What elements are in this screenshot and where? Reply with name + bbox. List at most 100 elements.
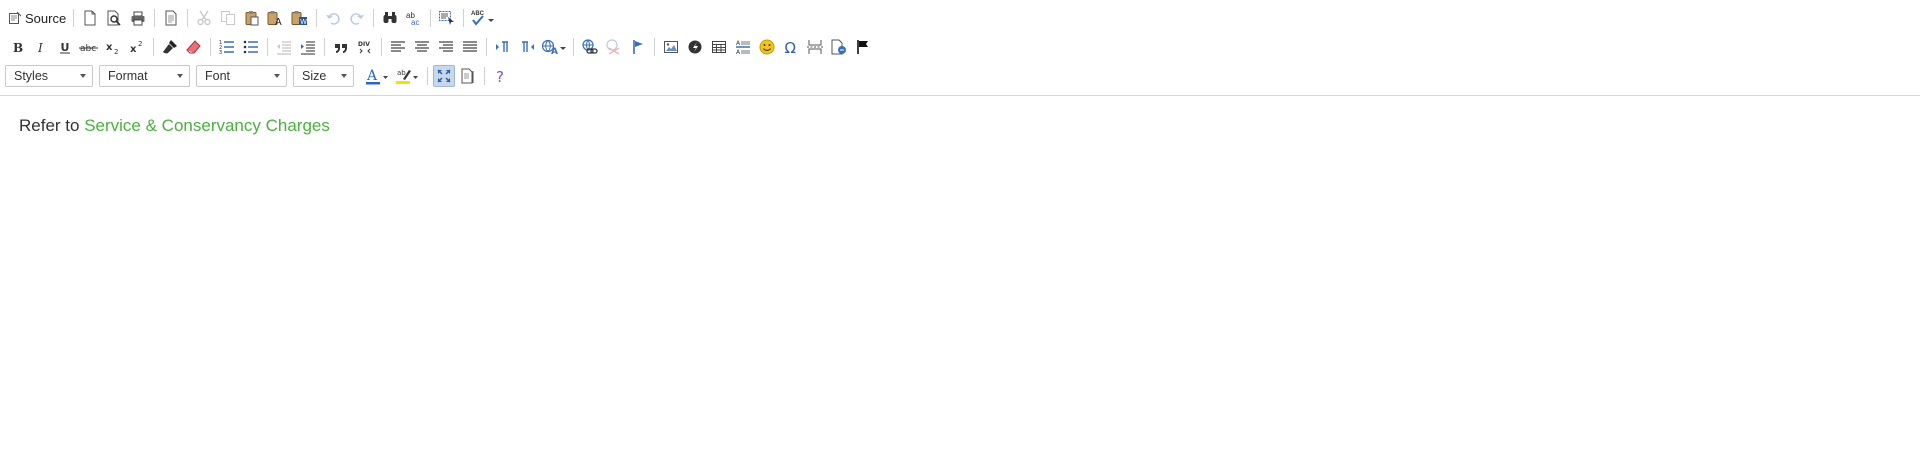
remove-format-button[interactable] (183, 36, 205, 58)
anchor-button[interactable] (627, 36, 649, 58)
print-button[interactable] (127, 7, 149, 29)
copy-formatting-button[interactable] (159, 36, 181, 58)
iframe-button[interactable] (828, 36, 850, 58)
language-icon: A (541, 39, 567, 55)
new-page-button[interactable] (79, 7, 101, 29)
underline-icon: U (58, 40, 72, 54)
justify-button[interactable] (459, 36, 481, 58)
create-div-button[interactable]: DIV (354, 36, 376, 58)
bulleted-list-icon (243, 39, 259, 55)
svg-text:2: 2 (138, 40, 142, 48)
replace-icon: ab ac (405, 10, 423, 26)
superscript-icon: x2 (129, 40, 145, 54)
image-button[interactable] (660, 36, 682, 58)
ltr-icon (495, 40, 511, 54)
cut-button[interactable] (193, 7, 215, 29)
editor-content[interactable]: Refer to Service & Conservancy Charges (19, 116, 330, 136)
svg-text:abc: abc (80, 44, 96, 54)
new-page-icon (83, 10, 97, 26)
outdent-button[interactable] (273, 36, 295, 58)
page-break-icon (806, 39, 824, 55)
styles-dropdown[interactable]: Styles (5, 65, 93, 87)
eraser-icon (186, 39, 202, 55)
spell-check-icon: ABC (470, 9, 496, 27)
omega-icon: Ω (783, 39, 799, 55)
text-direction-ltr-button[interactable] (492, 36, 514, 58)
outdent-icon (276, 39, 292, 55)
toolbar-separator (373, 9, 375, 27)
preview-icon (106, 10, 122, 26)
italic-button[interactable]: I (30, 36, 52, 58)
source-label: Source (25, 10, 67, 26)
blockquote-button[interactable] (330, 36, 352, 58)
background-color-button[interactable]: ab (394, 65, 422, 87)
spell-check-button[interactable]: ABC (469, 7, 497, 29)
svg-text:x: x (106, 42, 113, 53)
redo-button[interactable] (346, 7, 368, 29)
toolbar-separator (381, 38, 382, 56)
indent-button[interactable] (297, 36, 319, 58)
paste-button[interactable] (241, 7, 263, 29)
svg-text:ab: ab (397, 69, 406, 77)
rtl-icon (519, 40, 535, 54)
flag-button[interactable] (852, 36, 874, 58)
size-dropdown[interactable]: Size (293, 65, 354, 87)
align-left-button[interactable] (387, 36, 409, 58)
preview-button[interactable] (103, 7, 125, 29)
show-blocks-icon (460, 68, 476, 84)
svg-text:Ω: Ω (785, 39, 796, 55)
italic-icon: I (34, 40, 48, 54)
maximize-button[interactable] (433, 65, 455, 87)
bold-button[interactable]: B (6, 36, 28, 58)
numbered-list-button[interactable]: 123 (216, 36, 238, 58)
svg-text:?: ? (496, 68, 504, 84)
smiley-button[interactable] (756, 36, 778, 58)
underline-button[interactable]: U (54, 36, 76, 58)
select-all-button[interactable] (436, 7, 458, 29)
unlink-button[interactable] (603, 36, 625, 58)
undo-button[interactable] (322, 7, 344, 29)
flash-button[interactable] (684, 36, 706, 58)
language-button[interactable]: A (540, 36, 568, 58)
horizontal-line-button[interactable]: AA (732, 36, 754, 58)
svg-text:B: B (13, 41, 23, 54)
show-blocks-button[interactable] (457, 65, 479, 87)
numbered-list-icon: 123 (219, 39, 235, 55)
special-char-button[interactable]: Ω (780, 36, 802, 58)
format-dropdown[interactable]: Format (99, 65, 190, 87)
bulleted-list-button[interactable] (240, 36, 262, 58)
horizontal-line-icon: AA (735, 39, 751, 55)
templates-button[interactable] (160, 7, 182, 29)
subscript-button[interactable]: x2 (102, 36, 124, 58)
align-center-button[interactable] (411, 36, 433, 58)
text-color-button[interactable]: A (364, 65, 392, 87)
editor-toolbar: Source A W ab ac ABC B I U abc x 2 x 2 1… (0, 0, 1920, 96)
svg-text:2: 2 (114, 48, 118, 54)
link-button[interactable] (579, 36, 601, 58)
toolbar-separator (316, 9, 318, 27)
table-button[interactable] (708, 36, 730, 58)
paste-text-button[interactable]: A (265, 7, 287, 29)
content-prefix-text: Refer to (19, 116, 85, 135)
find-button[interactable] (379, 7, 401, 29)
source-button[interactable]: Source (6, 7, 68, 29)
styles-label: Styles (14, 69, 49, 83)
superscript-button[interactable]: x2 (126, 36, 148, 58)
paintbrush-icon (162, 39, 178, 55)
page-break-button[interactable] (804, 36, 826, 58)
print-icon (130, 10, 146, 26)
strikethrough-button[interactable]: abc (78, 36, 100, 58)
help-button[interactable]: ? (490, 65, 512, 87)
replace-button[interactable]: ab ac (403, 7, 425, 29)
font-dropdown[interactable]: Font (196, 65, 287, 87)
copy-icon (220, 10, 236, 26)
service-charges-link[interactable]: Service & Conservancy Charges (84, 116, 330, 135)
svg-text:U: U (61, 41, 70, 54)
text-direction-rtl-button[interactable] (516, 36, 538, 58)
align-right-button[interactable] (435, 36, 457, 58)
paste-word-button[interactable]: W (289, 7, 311, 29)
templates-icon (164, 10, 178, 26)
subscript-icon: x2 (105, 40, 121, 54)
copy-button[interactable] (217, 7, 239, 29)
paste-word-icon: W (291, 10, 309, 26)
